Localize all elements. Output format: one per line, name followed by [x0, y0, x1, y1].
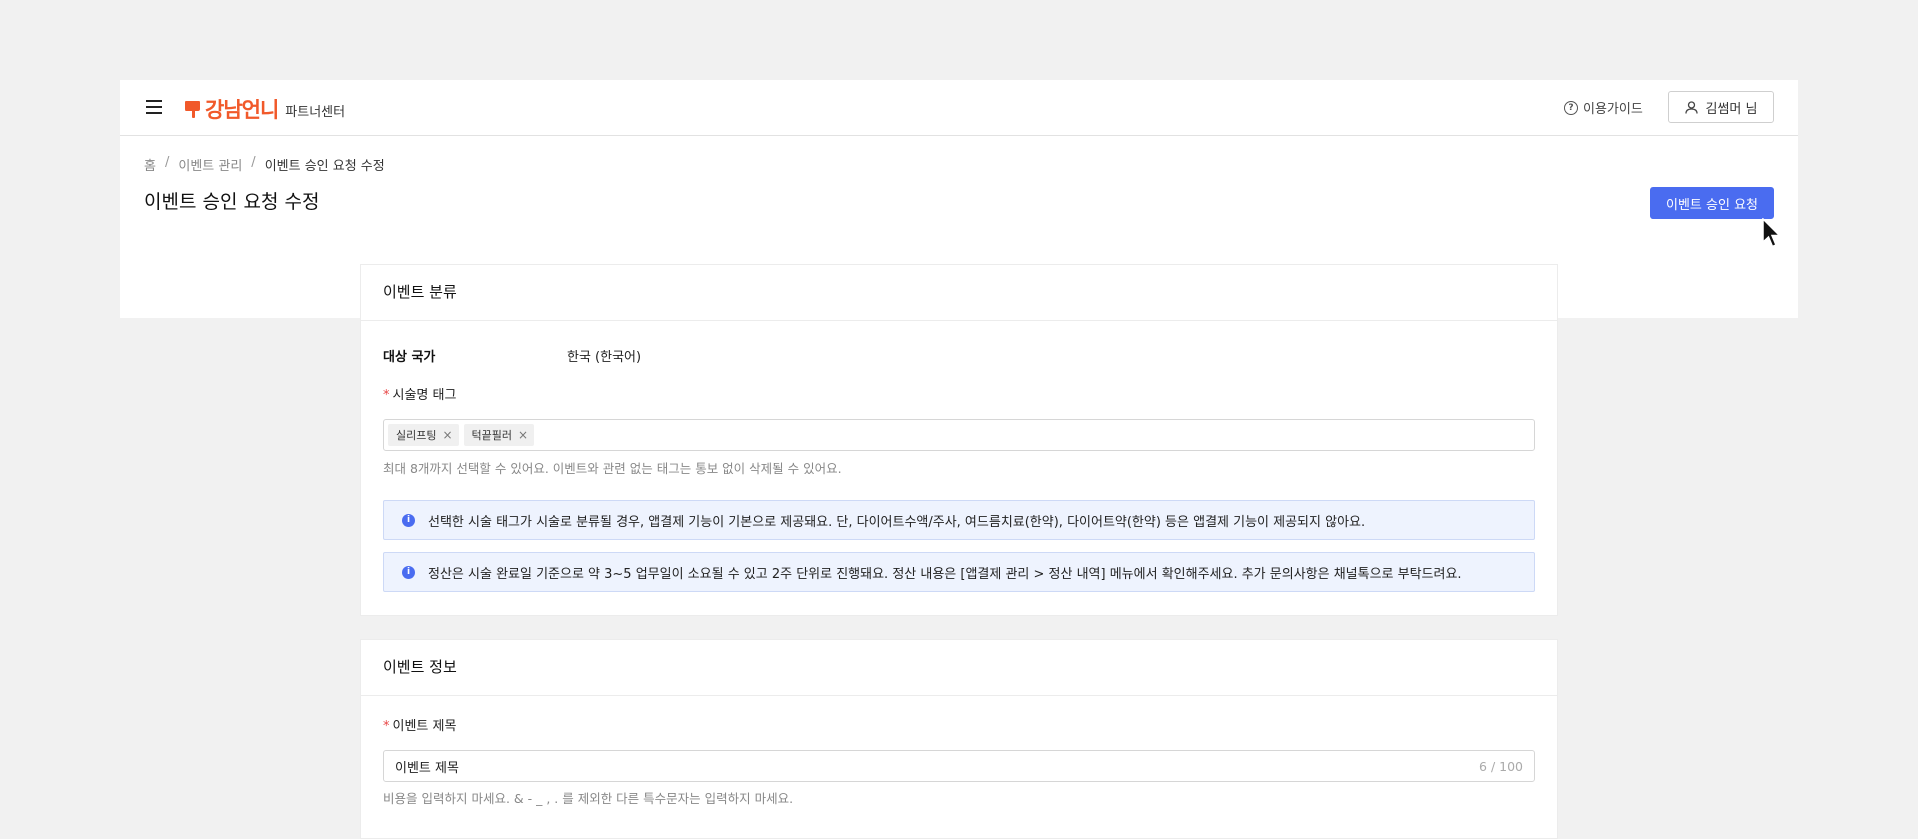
tag-field-label: * 시술명 태그 — [383, 384, 456, 403]
section-title: 이벤트 정보 — [361, 640, 1557, 696]
notice-text: 선택한 시술 태그가 시술로 분류될 경우, 앱결제 기능이 기본으로 제공돼요… — [428, 514, 1366, 530]
event-category-card: 이벤트 분류 대상 국가 한국 (한국어) * 시술명 태그 실리프팅 × 턱끝필러… — [360, 264, 1558, 616]
brand-logo[interactable]: 강남언니 파트너센터 — [184, 94, 345, 124]
tag-select-input[interactable]: 실리프팅 × 턱끝필러 × — [383, 419, 1535, 451]
user-menu-button[interactable]: 김썸머 님 — [1668, 91, 1774, 123]
remove-tag-icon[interactable]: × — [518, 428, 528, 442]
event-title-value: 이벤트 제목 — [395, 760, 459, 776]
top-header: 강남언니 파트너센터 ? 이용가이드 김썸머 님 — [120, 80, 1798, 136]
event-title-label-text: 이벤트 제목 — [392, 719, 457, 734]
brand-subtitle: 파트너센터 — [285, 105, 346, 120]
country-value: 한국 (한국어) — [567, 350, 642, 365]
tag-label-text: 시술명 태그 — [392, 388, 457, 403]
breadcrumb-separator: / — [164, 155, 170, 170]
tag-chip-label: 턱끝필러 — [471, 429, 513, 442]
mouse-cursor-icon — [1762, 218, 1782, 248]
user-icon — [1684, 100, 1698, 114]
event-info-card: 이벤트 정보 * 이벤트 제목 이벤트 제목 6 / 100 비용을 입력하지 마… — [360, 639, 1558, 839]
remove-tag-icon[interactable]: × — [442, 428, 452, 442]
breadcrumb-event-management[interactable]: 이벤트 관리 — [178, 155, 242, 174]
breadcrumb-separator: / — [251, 155, 256, 170]
menu-icon[interactable] — [146, 100, 162, 114]
brand-name: 강남언니 — [205, 98, 279, 122]
tag-chip-label: 실리프팅 — [396, 429, 437, 442]
help-icon: ? — [1564, 100, 1578, 115]
breadcrumb: 홈 / 이벤트 관리 / 이벤트 승인 요청 수정 — [144, 155, 385, 174]
breadcrumb-current: 이벤트 승인 요청 수정 — [264, 159, 385, 174]
info-icon: i — [402, 565, 415, 579]
section-title: 이벤트 분류 — [361, 265, 1557, 321]
tag-hint: 최대 8개까지 선택할 수 있어요. 이벤트와 관련 없는 태그는 통보 없이 … — [383, 461, 842, 476]
required-mark: * — [383, 388, 390, 403]
app-window: 강남언니 파트너센터 ? 이용가이드 김썸머 님 홈 / 이벤트 관리 / 이벤… — [120, 80, 1798, 839]
event-title-label: * 이벤트 제목 — [383, 715, 456, 734]
info-icon: i — [402, 513, 415, 527]
info-notice: i 정산은 시술 완료일 기준으로 약 3~5 업무일이 소요될 수 있고 2주… — [383, 552, 1535, 592]
breadcrumb-home[interactable]: 홈 — [144, 155, 156, 174]
required-mark: * — [383, 719, 390, 734]
tag-chip: 실리프팅 × — [388, 424, 459, 446]
notice-text: 정산은 시술 완료일 기준으로 약 3~5 업무일이 소요될 수 있고 2주 단… — [428, 566, 1462, 582]
info-notice: i 선택한 시술 태그가 시술로 분류될 경우, 앱결제 기능이 기본으로 제공… — [383, 500, 1535, 540]
char-counter: 6 / 100 — [1479, 758, 1523, 774]
tag-chip: 턱끝필러 × — [463, 424, 535, 446]
event-title-hint: 비용을 입력하지 마세요. & - _ , . 를 제외한 다른 특수문자는 입… — [383, 791, 794, 806]
guide-label: 이용가이드 — [1583, 102, 1643, 117]
event-title-input[interactable]: 이벤트 제목 6 / 100 — [383, 750, 1535, 782]
country-label: 대상 국가 — [383, 350, 436, 365]
user-name: 김썸머 님 — [1705, 101, 1758, 117]
request-approval-button[interactable]: 이벤트 승인 요청 — [1650, 187, 1774, 219]
guide-link[interactable]: ? 이용가이드 — [1564, 98, 1643, 117]
page-title: 이벤트 승인 요청 수정 — [144, 191, 320, 213]
logo-mark-icon — [185, 100, 200, 118]
